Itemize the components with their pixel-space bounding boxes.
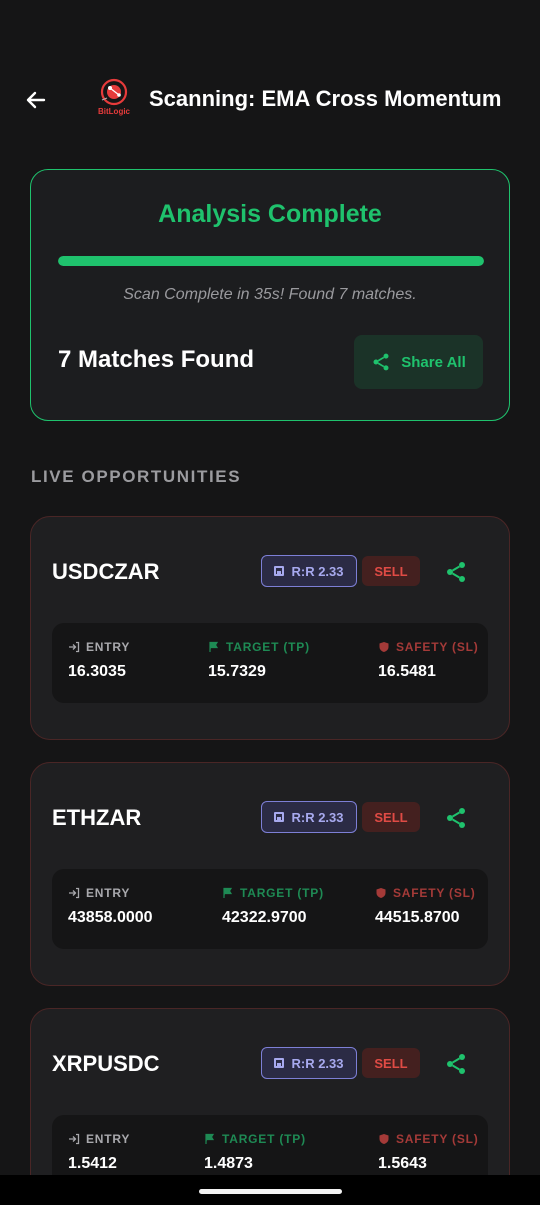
entry-icon bbox=[69, 641, 80, 653]
logo-mark-icon bbox=[100, 78, 128, 106]
rr-value: R:R 2.33 bbox=[291, 809, 344, 825]
rr-badge: R:R 2.33 bbox=[261, 555, 357, 587]
status-subtitle: Scan Complete in 35s! Found 7 matches. bbox=[123, 286, 417, 303]
safety-level: SAFETY (SL) 1.5643 bbox=[378, 1132, 479, 1173]
pair-name: ETHZAR bbox=[52, 805, 142, 830]
safety-value: 44515.8700 bbox=[375, 909, 460, 926]
entry-value: 1.5412 bbox=[68, 1155, 117, 1172]
pair-name: USDCZAR bbox=[52, 559, 160, 584]
entry-icon bbox=[69, 887, 80, 899]
entry-value: 16.3035 bbox=[68, 663, 126, 680]
side-badge: SELL bbox=[362, 1048, 420, 1078]
progress-bar bbox=[58, 256, 484, 266]
progress-fill bbox=[58, 256, 484, 266]
matches-count: 7 Matches Found bbox=[58, 346, 255, 373]
share-icon bbox=[447, 1054, 465, 1074]
page-title: Scanning: EMA Cross Momentum bbox=[149, 86, 502, 111]
scan-status-card: Analysis Complete Scan Complete in 35s! … bbox=[30, 169, 510, 421]
app-header: BitLogic Scanning: EMA Cross Momentum bbox=[0, 70, 540, 130]
target-level: TARGET (TP) 15.7329 bbox=[208, 640, 310, 681]
share-icon bbox=[373, 353, 389, 371]
trade-levels: ENTRY 16.3035 TARGET (TP) 15.7329 SAFETY… bbox=[52, 623, 488, 703]
opportunity-card[interactable]: ETHZAR R:R 2.33 SELL ENTRY 43858.0000 TA… bbox=[30, 762, 510, 986]
entry-label: ENTRY bbox=[86, 886, 131, 900]
bitlogic-logo: BitLogic bbox=[94, 78, 134, 122]
status-title: Analysis Complete bbox=[158, 200, 382, 228]
target-level: TARGET (TP) 1.4873 bbox=[204, 1132, 306, 1173]
opportunity-card[interactable]: USDCZAR R:R 2.33 SELL ENTRY 16.3035 TARG… bbox=[30, 516, 510, 740]
back-button[interactable] bbox=[20, 84, 52, 116]
entry-level: ENTRY 1.5412 bbox=[68, 1132, 130, 1173]
safety-level: SAFETY (SL) 44515.8700 bbox=[375, 886, 476, 927]
safety-value: 16.5481 bbox=[378, 663, 436, 680]
flag-icon bbox=[223, 887, 233, 898]
rr-chart-icon bbox=[274, 812, 285, 822]
flag-icon bbox=[205, 1133, 215, 1144]
share-button[interactable] bbox=[441, 803, 471, 833]
target-level: TARGET (TP) 42322.9700 bbox=[222, 886, 324, 927]
safety-label: SAFETY (SL) bbox=[393, 886, 476, 900]
rr-value: R:R 2.33 bbox=[291, 563, 344, 579]
share-button[interactable] bbox=[441, 557, 471, 587]
rr-chart-icon bbox=[274, 566, 285, 576]
entry-label: ENTRY bbox=[86, 640, 131, 654]
rr-chart-icon bbox=[274, 1058, 285, 1068]
rr-value: R:R 2.33 bbox=[291, 1055, 344, 1071]
home-indicator[interactable] bbox=[199, 1189, 342, 1194]
share-all-label: Share All bbox=[401, 353, 466, 371]
target-value: 42322.9700 bbox=[222, 909, 307, 926]
share-all-button[interactable]: Share All bbox=[354, 335, 483, 389]
target-value: 15.7329 bbox=[208, 663, 266, 680]
share-icon bbox=[447, 808, 465, 828]
entry-level: ENTRY 16.3035 bbox=[68, 640, 130, 681]
side-badge: SELL bbox=[362, 802, 420, 832]
entry-level: ENTRY 43858.0000 bbox=[68, 886, 153, 927]
shield-icon bbox=[379, 1134, 389, 1144]
section-label: LIVE OPPORTUNITIES bbox=[31, 467, 242, 486]
share-icon bbox=[447, 562, 465, 582]
entry-icon bbox=[69, 1133, 80, 1145]
flag-icon bbox=[209, 641, 219, 652]
target-label: TARGET (TP) bbox=[222, 1132, 306, 1146]
target-label: TARGET (TP) bbox=[226, 640, 310, 654]
rr-badge: R:R 2.33 bbox=[261, 801, 357, 833]
back-arrow-icon bbox=[26, 91, 46, 109]
target-value: 1.4873 bbox=[204, 1155, 253, 1172]
entry-value: 43858.0000 bbox=[68, 909, 153, 926]
entry-label: ENTRY bbox=[86, 1132, 131, 1146]
share-button[interactable] bbox=[441, 1049, 471, 1079]
shield-icon bbox=[376, 888, 386, 898]
rr-badge: R:R 2.33 bbox=[261, 1047, 357, 1079]
logo-text: BitLogic bbox=[98, 107, 130, 116]
pair-name: XRPUSDC bbox=[52, 1051, 160, 1076]
safety-value: 1.5643 bbox=[378, 1155, 427, 1172]
safety-level: SAFETY (SL) 16.5481 bbox=[378, 640, 479, 681]
shield-icon bbox=[379, 642, 389, 652]
target-label: TARGET (TP) bbox=[240, 886, 324, 900]
safety-label: SAFETY (SL) bbox=[396, 1132, 479, 1146]
trade-levels: ENTRY 43858.0000 TARGET (TP) 42322.9700 … bbox=[52, 869, 488, 949]
safety-label: SAFETY (SL) bbox=[396, 640, 479, 654]
side-badge: SELL bbox=[362, 556, 420, 586]
